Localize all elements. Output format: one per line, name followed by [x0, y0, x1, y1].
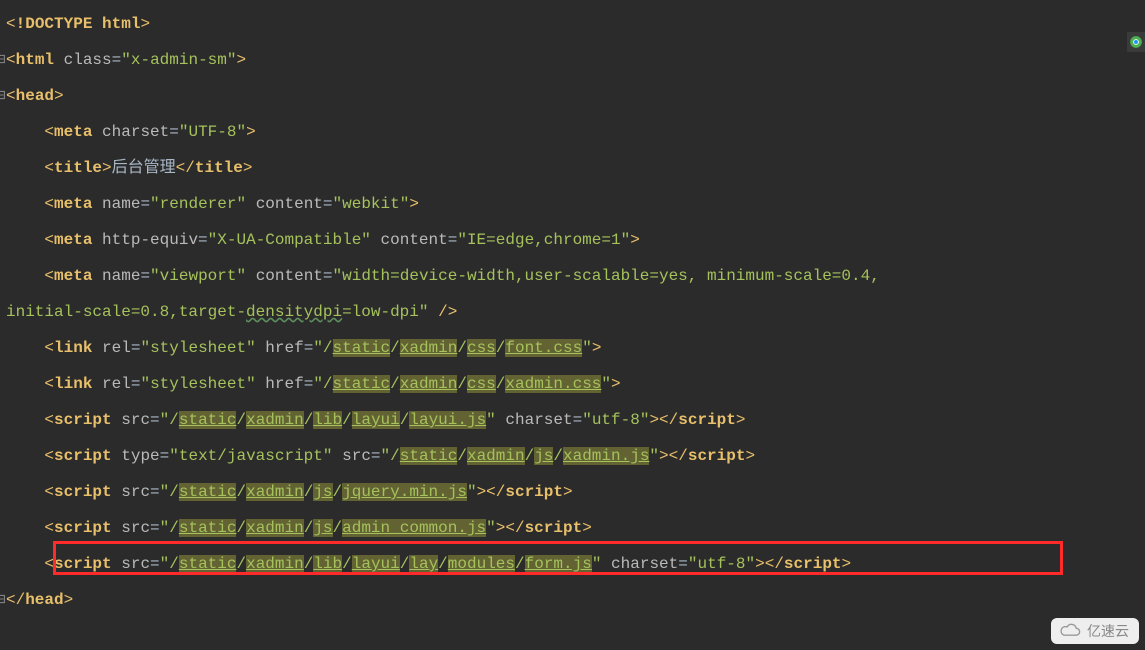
code-line: initial-scale=0.8,target-densitydpi=low-… — [0, 294, 1145, 330]
code-line: <title>后台管理</title> — [0, 150, 1145, 186]
code-line: <meta http-equiv="X-UA-Compatible" conte… — [0, 222, 1145, 258]
code-line: <script src="/static/xadmin/lib/layui/la… — [0, 402, 1145, 438]
code-line: <link rel="stylesheet" href="/static/xad… — [0, 366, 1145, 402]
code-line: <script type="text/javascript" src="/sta… — [0, 438, 1145, 474]
code-line: <link rel="stylesheet" href="/static/xad… — [0, 330, 1145, 366]
cloud-icon — [1059, 622, 1081, 640]
code-line: <meta name="renderer" content="webkit"> — [0, 186, 1145, 222]
code-line: <script src="/static/xadmin/lib/layui/la… — [0, 546, 1145, 582]
fold-end-icon[interactable]: ⊟ — [0, 582, 6, 618]
watermark: 亿速云 — [1051, 618, 1139, 644]
code-line: <meta name="viewport" content="width=dev… — [0, 258, 1145, 294]
fold-icon[interactable]: ⊟ — [0, 78, 6, 114]
code-editor[interactable]: <!DOCTYPE html> ⊟<html class="x-admin-sm… — [0, 0, 1145, 618]
code-line: <meta charset="UTF-8"> — [0, 114, 1145, 150]
code-line: <script src="/static/xadmin/js/jquery.mi… — [0, 474, 1145, 510]
code-line: ⊟<head> — [0, 78, 1145, 114]
fold-icon[interactable]: ⊟ — [0, 42, 6, 78]
watermark-text: 亿速云 — [1087, 624, 1129, 638]
code-line: ⊟</head> — [0, 582, 1145, 618]
chrome-icon — [1127, 32, 1145, 52]
code-line: <!DOCTYPE html> — [0, 6, 1145, 42]
code-line: ⊟<html class="x-admin-sm"> — [0, 42, 1145, 78]
code-line: <script src="/static/xadmin/js/admin_com… — [0, 510, 1145, 546]
